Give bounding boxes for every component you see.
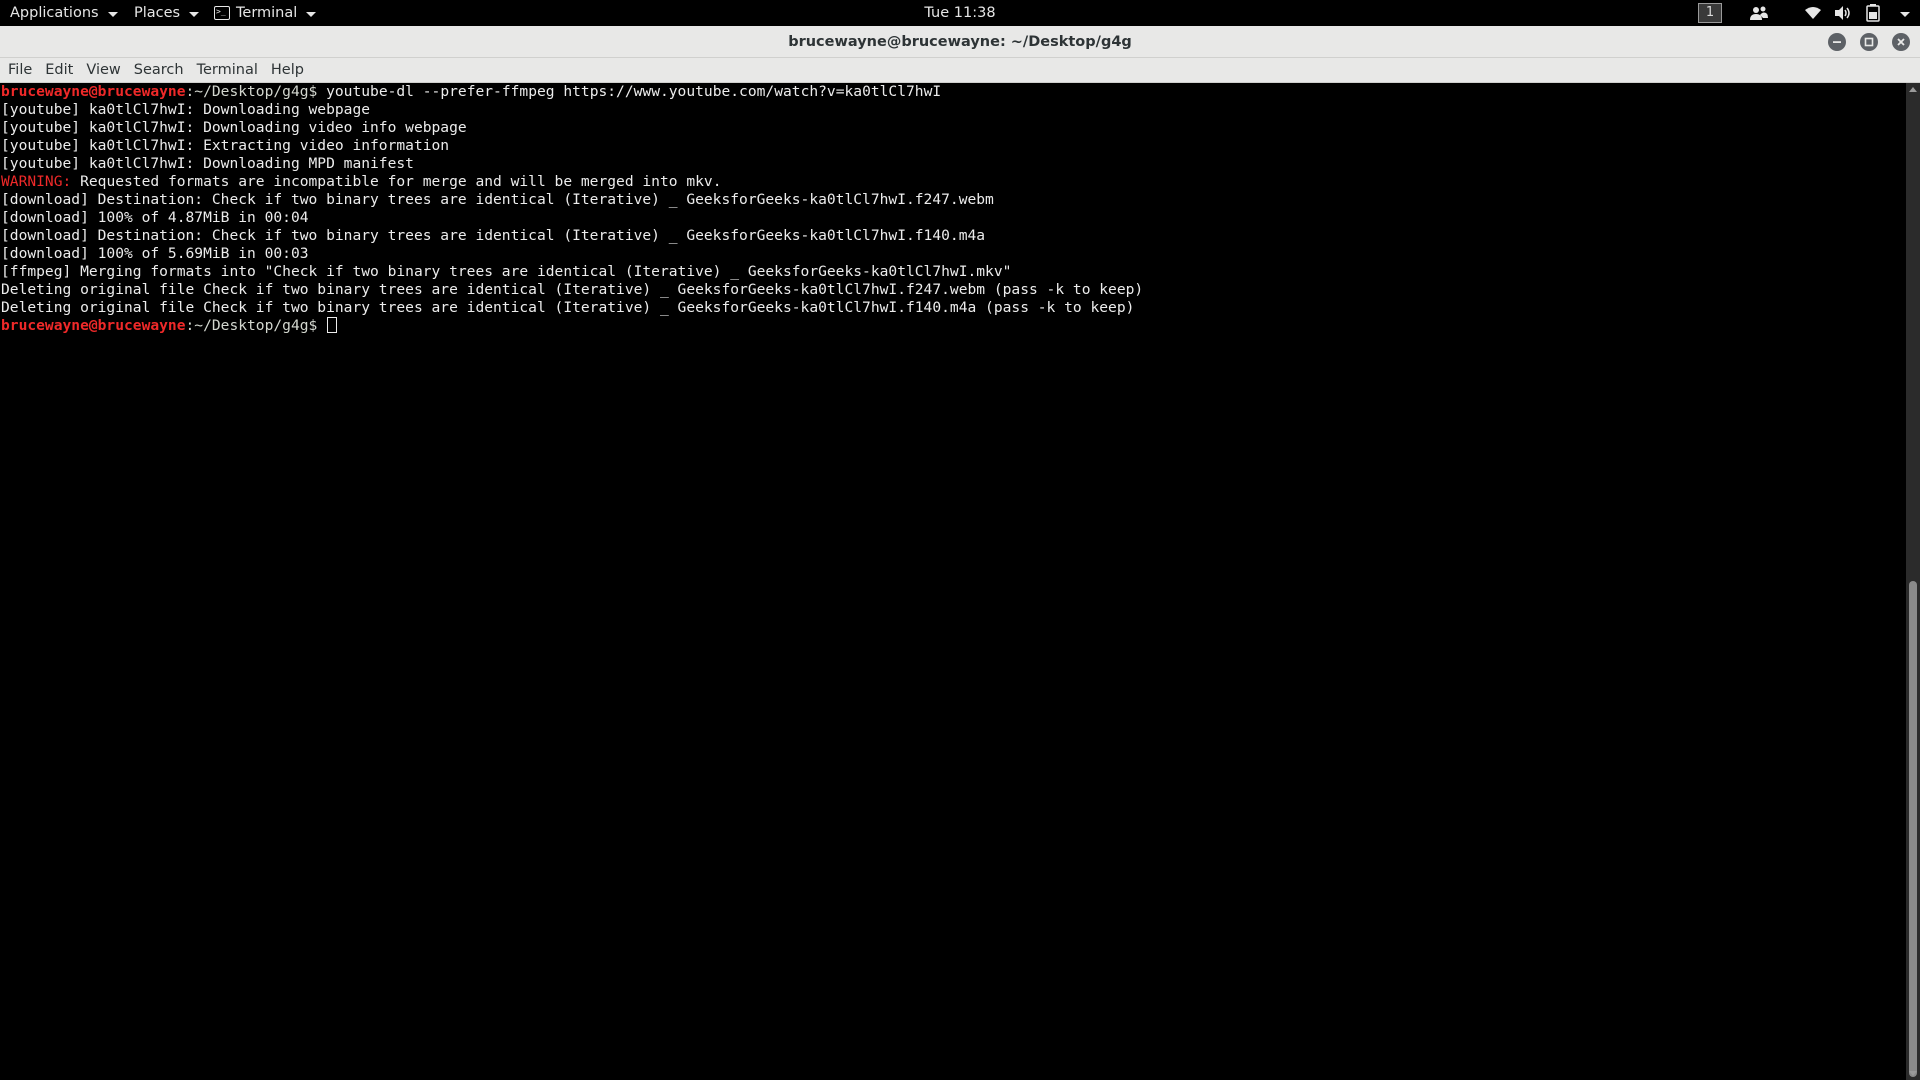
warning-label: WARNING: bbox=[1, 173, 72, 190]
close-button[interactable] bbox=[1892, 33, 1910, 51]
command-line: brucewayne@brucewayne:~/Desktop/g4g$ you… bbox=[0, 83, 1906, 101]
terminal-output[interactable]: brucewayne@brucewayne:~/Desktop/g4g$ you… bbox=[0, 83, 1906, 1080]
system-tray: 1 bbox=[1698, 0, 1920, 26]
maximize-icon bbox=[1864, 37, 1874, 47]
menu-file[interactable]: File bbox=[8, 62, 41, 78]
menu-edit[interactable]: Edit bbox=[45, 62, 82, 78]
applications-menu-label: Applications bbox=[10, 5, 99, 21]
output-line: [download] 100% of 5.69MiB in 00:03 bbox=[1, 245, 309, 262]
close-icon bbox=[1897, 38, 1905, 46]
applications-menu[interactable]: Applications bbox=[10, 0, 118, 26]
menu-help[interactable]: Help bbox=[271, 62, 313, 78]
scroll-up-icon[interactable] bbox=[1909, 87, 1917, 92]
output-line: [youtube] ka0tlCl7hwI: Extracting video … bbox=[1, 137, 450, 154]
output-line: Deleting original file Check if two bina… bbox=[1, 299, 1135, 316]
people-icon[interactable] bbox=[1748, 3, 1770, 23]
warning-line: WARNING: Requested formats are incompati… bbox=[0, 173, 1906, 191]
output-line: Deleting original file Check if two bina… bbox=[1, 281, 1144, 298]
system-menu-icon[interactable] bbox=[1892, 3, 1914, 23]
minimize-button[interactable] bbox=[1828, 33, 1846, 51]
output-line: [youtube] ka0tlCl7hwI: Downloading MPD m… bbox=[1, 155, 414, 172]
menu-view[interactable]: View bbox=[86, 62, 129, 78]
chevron-down-icon bbox=[189, 11, 200, 17]
window-title: brucewayne@brucewayne: ~/Desktop/g4g bbox=[788, 34, 1132, 50]
places-menu[interactable]: Places bbox=[134, 0, 200, 26]
output-line: [download] Destination: Check if two bin… bbox=[1, 227, 986, 244]
scroll-down-icon[interactable] bbox=[1909, 1071, 1917, 1076]
prompt-line: brucewayne@brucewayne:~/Desktop/g4g$ bbox=[0, 317, 1906, 335]
top-bar: Applications Places >_ Terminal Tue 11:3… bbox=[0, 0, 1920, 26]
scrollbar-thumb[interactable] bbox=[1909, 581, 1917, 1077]
output-line: [download] Destination: Check if two bin… bbox=[1, 191, 994, 208]
output-line: [youtube] ka0tlCl7hwI: Downloading video… bbox=[1, 119, 467, 136]
terminal-scrollbar[interactable] bbox=[1906, 83, 1920, 1080]
chevron-down-icon bbox=[107, 11, 118, 17]
command-text: youtube-dl --prefer-ffmpeg https://www.y… bbox=[326, 83, 942, 100]
window-titlebar[interactable]: brucewayne@brucewayne: ~/Desktop/g4g bbox=[0, 26, 1920, 58]
menu-terminal[interactable]: Terminal bbox=[197, 62, 267, 78]
output-line: [ffmpeg] Merging formats into "Check if … bbox=[1, 263, 1012, 280]
window-controls bbox=[1828, 33, 1910, 51]
prompt-user: brucewayne@brucewayne bbox=[1, 83, 186, 100]
workspace-indicator[interactable]: 1 bbox=[1698, 3, 1722, 23]
volume-icon[interactable] bbox=[1832, 3, 1854, 23]
terminal-menubar: File Edit View Search Terminal Help bbox=[0, 58, 1920, 83]
warning-text: Requested formats are incompatible for m… bbox=[71, 173, 722, 190]
minimize-icon bbox=[1833, 41, 1841, 43]
chevron-down-icon bbox=[306, 11, 317, 17]
places-menu-label: Places bbox=[134, 5, 181, 21]
text-cursor bbox=[327, 317, 338, 333]
wifi-icon[interactable] bbox=[1802, 3, 1824, 23]
battery-icon[interactable] bbox=[1862, 3, 1884, 23]
output-line: [download] 100% of 4.87MiB in 00:04 bbox=[1, 209, 309, 226]
terminal-icon: >_ bbox=[214, 6, 230, 20]
prompt-path: :~/Desktop/g4g$ bbox=[185, 317, 327, 334]
prompt-path: :~/Desktop/g4g$ bbox=[185, 83, 327, 100]
clock[interactable]: Tue 11:38 bbox=[924, 5, 995, 21]
app-menu-label: Terminal bbox=[236, 5, 298, 21]
prompt-user: brucewayne@brucewayne bbox=[1, 317, 186, 334]
chevron-down-icon bbox=[1899, 11, 1910, 17]
maximize-button[interactable] bbox=[1860, 33, 1878, 51]
menu-search[interactable]: Search bbox=[134, 62, 193, 78]
app-menu-terminal[interactable]: >_ Terminal bbox=[214, 0, 317, 26]
output-line: [youtube] ka0tlCl7hwI: Downloading webpa… bbox=[1, 101, 371, 118]
